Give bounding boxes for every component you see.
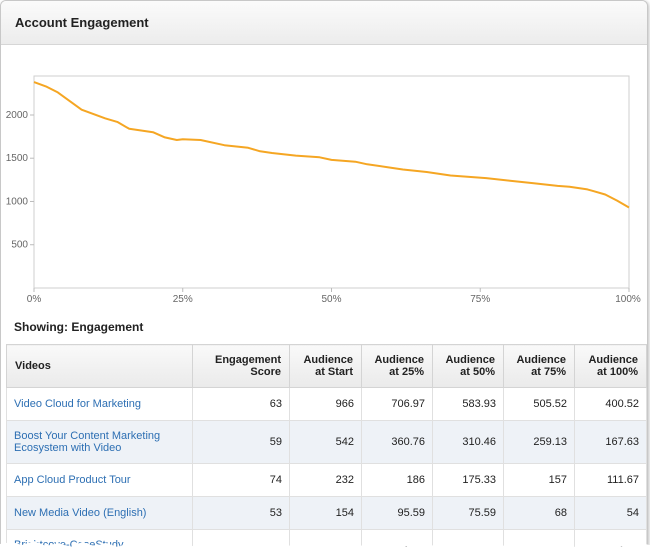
cell-p25: 186: [361, 463, 433, 497]
video-title-cell: App Cloud Product Tour: [6, 463, 193, 497]
column-header-line2: at 50%: [460, 366, 495, 378]
video-title-link[interactable]: Video Cloud for Marketing: [14, 398, 141, 410]
y-tick-label: 1000: [6, 196, 29, 207]
cell-p25: 360.76: [361, 420, 433, 464]
column-header-line1: Engagement: [214, 354, 281, 366]
video-title-link[interactable]: App Cloud Product Tour: [14, 474, 131, 486]
cell-p75: 157: [503, 463, 575, 497]
table-row: App Cloud Product Tour 74 232 186 175.33 157 1…: [6, 463, 647, 497]
cell-p50: 310.46: [432, 420, 504, 464]
cell-p25: 706.97: [361, 387, 433, 421]
y-tick-label: 2000: [6, 110, 29, 121]
column-header-line1: Audience: [445, 354, 495, 366]
cell-start: 154: [289, 496, 362, 530]
cell-p100: 54: [574, 496, 647, 530]
cell-score: 63: [192, 387, 290, 421]
column-header-line1: Audience: [374, 354, 424, 366]
cell-start: 232: [289, 463, 362, 497]
cell-p75: 68: [503, 496, 575, 530]
column-header-line2: at 100%: [597, 366, 638, 378]
video-title-link[interactable]: Ecosystem with Video: [14, 442, 121, 454]
table-row: New Media Video (English) 53 154 95.59 75.59…: [6, 496, 647, 530]
column-header[interactable]: Audience at 25%: [361, 344, 433, 388]
column-header-line2: at 25%: [389, 366, 424, 378]
column-header[interactable]: Engagement Score: [192, 344, 290, 388]
x-tick-label: 100%: [615, 294, 641, 305]
video-title-link[interactable]: New Media Video (English): [14, 507, 146, 519]
cell-p25: 95.59: [361, 496, 433, 530]
x-tick-label: 75%: [470, 294, 490, 305]
column-header-line1: Audience: [303, 354, 353, 366]
panel-title: Account Engagement: [15, 15, 149, 30]
panel-header: Account Engagement: [1, 1, 647, 45]
account-engagement-panel: Account Engagement 500 1000 1500 2000 0% 25% 5…: [0, 0, 648, 555]
video-title-cell: Video Cloud for Marketing: [6, 387, 193, 421]
cell-p75: 505.52: [503, 387, 575, 421]
column-header-line2: Score: [250, 366, 281, 378]
cell-score: 59: [192, 420, 290, 464]
column-header[interactable]: Audience at 50%: [432, 344, 504, 388]
table-body: Video Cloud for Marketing 63 966 706.97 583.…: [6, 387, 647, 554]
table-header-row: Videos Engagement Score Audience at Start Aud…: [6, 344, 647, 388]
column-header-line1: Audience: [516, 354, 566, 366]
videos-table-container: Videos Engagement Score Audience at Start Aud…: [6, 344, 647, 554]
video-title-cell: New Media Video (English): [6, 496, 193, 530]
video-title-link[interactable]: Boost Your Content Marketing: [14, 430, 160, 442]
videos-table: Videos Engagement Score Audience at Start Aud…: [6, 344, 647, 554]
engagement-line-chart: 500 1000 1500 2000 0% 25% 50% 75% 100%: [6, 75, 641, 305]
column-header[interactable]: Audience at 75%: [503, 344, 575, 388]
x-tick-label: 25%: [173, 294, 193, 305]
cell-p75: 259.13: [503, 420, 575, 464]
x-tick-label: 50%: [321, 294, 341, 305]
y-tick-label: 500: [11, 240, 28, 251]
x-tick-label: 0%: [27, 294, 42, 305]
cell-p50: 583.93: [432, 387, 504, 421]
column-header-line2: at 75%: [531, 366, 566, 378]
table-row: Boost Your Content Marketing Ecosystem wi…: [6, 420, 647, 464]
cell-p100: 167.63: [574, 420, 647, 464]
cell-score: 74: [192, 463, 290, 497]
cell-start: 542: [289, 420, 362, 464]
column-header[interactable]: Videos: [6, 344, 193, 388]
column-header-line1: Videos: [15, 360, 51, 372]
column-header[interactable]: Audience at Start: [289, 344, 362, 388]
cell-start: 966: [289, 387, 362, 421]
showing-label: Showing: Engagement: [14, 320, 144, 334]
column-header[interactable]: Audience at 100%: [574, 344, 647, 388]
cell-p50: 75.59: [432, 496, 504, 530]
table-row: Video Cloud for Marketing 63 966 706.97 583.…: [6, 387, 647, 421]
cell-p50: 175.33: [432, 463, 504, 497]
cell-p100: 400.52: [574, 387, 647, 421]
column-header-line1: Audience: [588, 354, 638, 366]
plot-area: [33, 75, 630, 289]
cell-p100: 111.67: [574, 463, 647, 497]
column-header-line2: at Start: [315, 366, 353, 378]
torn-edge: [0, 541, 650, 555]
video-title-cell: Boost Your Content Marketing Ecosystem wi…: [6, 420, 193, 464]
cell-score: 53: [192, 496, 290, 530]
y-tick-label: 1500: [6, 153, 29, 164]
